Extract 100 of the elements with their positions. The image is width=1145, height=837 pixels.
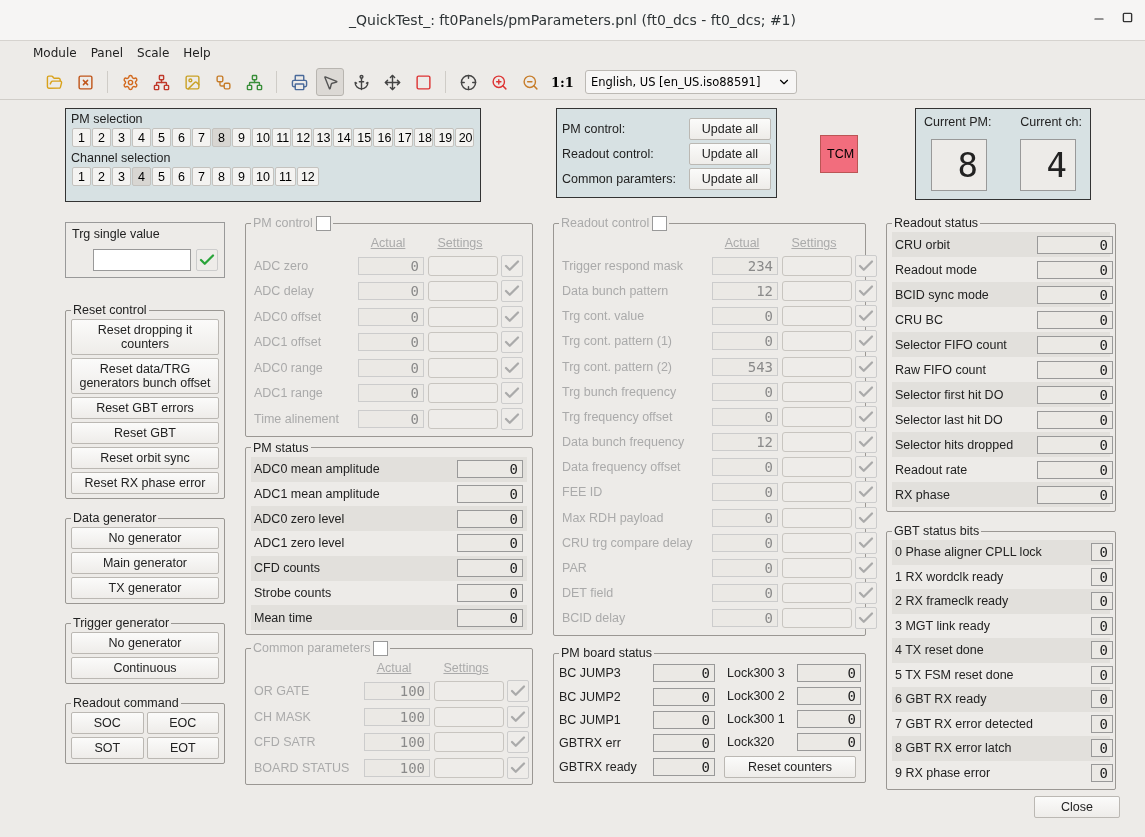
checkbox[interactable] <box>652 216 668 232</box>
action-button[interactable]: Reset RX phase error <box>71 472 219 494</box>
select-button[interactable]: 9 <box>232 128 251 147</box>
select-button[interactable]: 13 <box>312 128 332 147</box>
select-button[interactable]: 2 <box>92 128 111 147</box>
action-button[interactable]: SOT <box>71 737 144 759</box>
group-title: Reset control <box>73 303 147 317</box>
select-button[interactable]: 15 <box>353 128 373 147</box>
select-button[interactable]: 11 <box>272 128 292 147</box>
select-button[interactable]: 7 <box>192 167 211 186</box>
select-button[interactable]: 12 <box>292 128 312 147</box>
update-button[interactable]: Update all <box>689 167 771 190</box>
select-button[interactable]: 7 <box>192 128 211 147</box>
select-button[interactable]: 19 <box>434 128 454 147</box>
select-button[interactable]: 5 <box>152 167 171 186</box>
action-button[interactable]: EOC <box>146 712 219 734</box>
action-button[interactable]: Reset GBT errors <box>71 397 219 419</box>
value-display: 0 <box>358 282 424 301</box>
select-button[interactable]: 10 <box>252 128 272 147</box>
value-display: 0 <box>1037 410 1113 429</box>
field-label: Trg cont. value <box>562 309 646 324</box>
select-button[interactable]: 6 <box>172 167 191 186</box>
select-button[interactable]: 10 <box>252 167 274 186</box>
group-title: Readout status <box>894 216 979 230</box>
value-display: 100 <box>364 707 430 726</box>
select-button[interactable]: 3 <box>112 167 131 186</box>
select-button[interactable]: 8 <box>212 128 231 147</box>
select-button[interactable]: 11 <box>274 167 296 186</box>
value-display: 0 <box>653 664 715 683</box>
action-button[interactable]: SOC <box>71 712 144 734</box>
menu-item[interactable]: Help <box>183 46 211 60</box>
field-label: BC JUMP3 <box>559 666 622 681</box>
select-button[interactable]: 4 <box>132 128 151 147</box>
value-display: 0 <box>457 484 523 503</box>
value-display: 0 <box>457 584 523 603</box>
select-button[interactable]: 1 <box>72 128 91 147</box>
select-button[interactable]: 17 <box>393 128 414 147</box>
action-button[interactable]: Reset GBT <box>71 422 219 444</box>
field-label: Time alinement <box>254 411 340 426</box>
field-label: Lock300 1 <box>727 712 786 726</box>
menu-item[interactable]: Module <box>33 46 77 60</box>
close-button[interactable]: Close <box>1034 796 1120 818</box>
language-dropdown[interactable]: English, US [en_US.iso88591] <box>584 70 797 94</box>
action-button[interactable]: No generator <box>71 527 219 549</box>
checkbox[interactable] <box>373 641 389 657</box>
select-button[interactable]: 9 <box>232 167 251 186</box>
tcm-button[interactable]: TCM <box>820 135 858 173</box>
action-button[interactable]: Main generator <box>71 552 219 574</box>
field-label: RX phase <box>895 487 951 502</box>
action-button[interactable]: Continuous <box>71 657 219 679</box>
apply-button[interactable] <box>196 249 218 271</box>
field-label: ADC0 zero level <box>254 511 346 526</box>
action-button[interactable]: No generator <box>71 632 219 654</box>
value-display: 0 <box>358 307 424 326</box>
select-button[interactable]: 5 <box>152 128 171 147</box>
value-display: 0 <box>457 460 523 479</box>
update-button[interactable]: Update all <box>689 117 771 140</box>
select-button[interactable]: 16 <box>373 128 393 147</box>
action-button[interactable]: Reset dropping it counters <box>71 319 219 355</box>
value-field[interactable] <box>93 249 191 271</box>
reset-counters-button[interactable]: Reset counters <box>724 756 856 778</box>
zoom-reset-button[interactable]: 1:1 <box>547 68 578 96</box>
select-button[interactable]: 3 <box>112 128 131 147</box>
action-button[interactable]: Reset orbit sync <box>71 447 219 469</box>
value-display: 0 <box>653 687 715 706</box>
checkbox[interactable] <box>315 216 331 232</box>
action-button[interactable]: Reset data/TRG generators bunch offset <box>71 358 219 394</box>
value-display: 0 <box>1091 641 1113 660</box>
field-label: BCID sync mode <box>895 287 990 302</box>
select-button[interactable]: 1 <box>72 167 91 186</box>
pointer-button[interactable] <box>316 68 344 96</box>
select-button[interactable]: 6 <box>172 128 191 147</box>
select-button[interactable]: 2 <box>92 167 111 186</box>
field-label: 7 GBT RX error detected <box>895 716 1035 731</box>
menu-item[interactable]: Panel <box>90 46 123 60</box>
group-title: GBT status bits <box>894 524 980 538</box>
select-button[interactable]: 4 <box>132 167 151 186</box>
select-button[interactable]: 8 <box>212 167 231 186</box>
action-button[interactable]: EOT <box>146 737 219 759</box>
tree-icon <box>152 73 170 91</box>
maximize-icon[interactable] <box>1122 12 1133 23</box>
field-label: ADC0 offset <box>254 309 323 324</box>
value-display: 0 <box>1091 714 1113 733</box>
zoom-in-icon <box>490 73 508 91</box>
field-label: Selector last hit DO <box>895 412 1004 427</box>
field-label: GBTRX err <box>559 736 622 751</box>
value-display: 0 <box>712 332 778 351</box>
field-label: 5 TX FSM reset done <box>895 667 1015 682</box>
value-display: 0 <box>653 757 715 776</box>
select-button[interactable]: 20 <box>454 128 474 147</box>
field-label: CFD counts <box>254 561 321 576</box>
select-button[interactable]: 14 <box>332 128 353 147</box>
menu-item[interactable]: Scale <box>137 46 170 60</box>
value-display: 100 <box>364 758 430 777</box>
update-button[interactable]: Update all <box>689 142 771 165</box>
value-display: 0 <box>653 711 715 729</box>
value-display: 0 <box>457 559 523 578</box>
select-button[interactable]: 12 <box>296 167 319 186</box>
select-button[interactable]: 18 <box>414 128 434 147</box>
action-button[interactable]: TX generator <box>71 577 219 599</box>
